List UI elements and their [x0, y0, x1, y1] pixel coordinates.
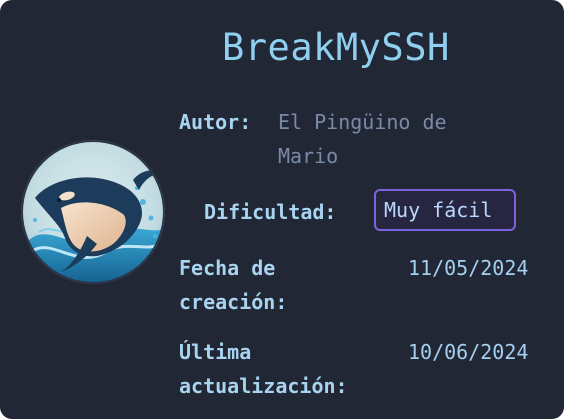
author-value-line1: El Pingüino de: [278, 110, 447, 134]
machine-avatar: [21, 140, 165, 284]
created-label-line1: Fecha de: [179, 256, 276, 280]
updated-date: 10/06/2024: [408, 340, 529, 364]
created-date: 11/05/2024: [408, 256, 529, 280]
created-label-line2: creación:: [179, 290, 288, 314]
author-value-line2: Mario: [278, 144, 339, 168]
difficulty-label: Dificultad:: [204, 200, 337, 224]
machine-card: BreakMySSH Autor: El Pingüino de Mario D…: [0, 0, 564, 419]
updated-label-line1: Última: [179, 340, 252, 364]
machine-title: BreakMySSH: [222, 26, 450, 69]
author-label: Autor:: [179, 110, 252, 134]
updated-label-line2: actualización:: [179, 374, 348, 398]
orca-icon: [21, 140, 165, 284]
difficulty-badge: Muy fácil: [374, 189, 516, 231]
